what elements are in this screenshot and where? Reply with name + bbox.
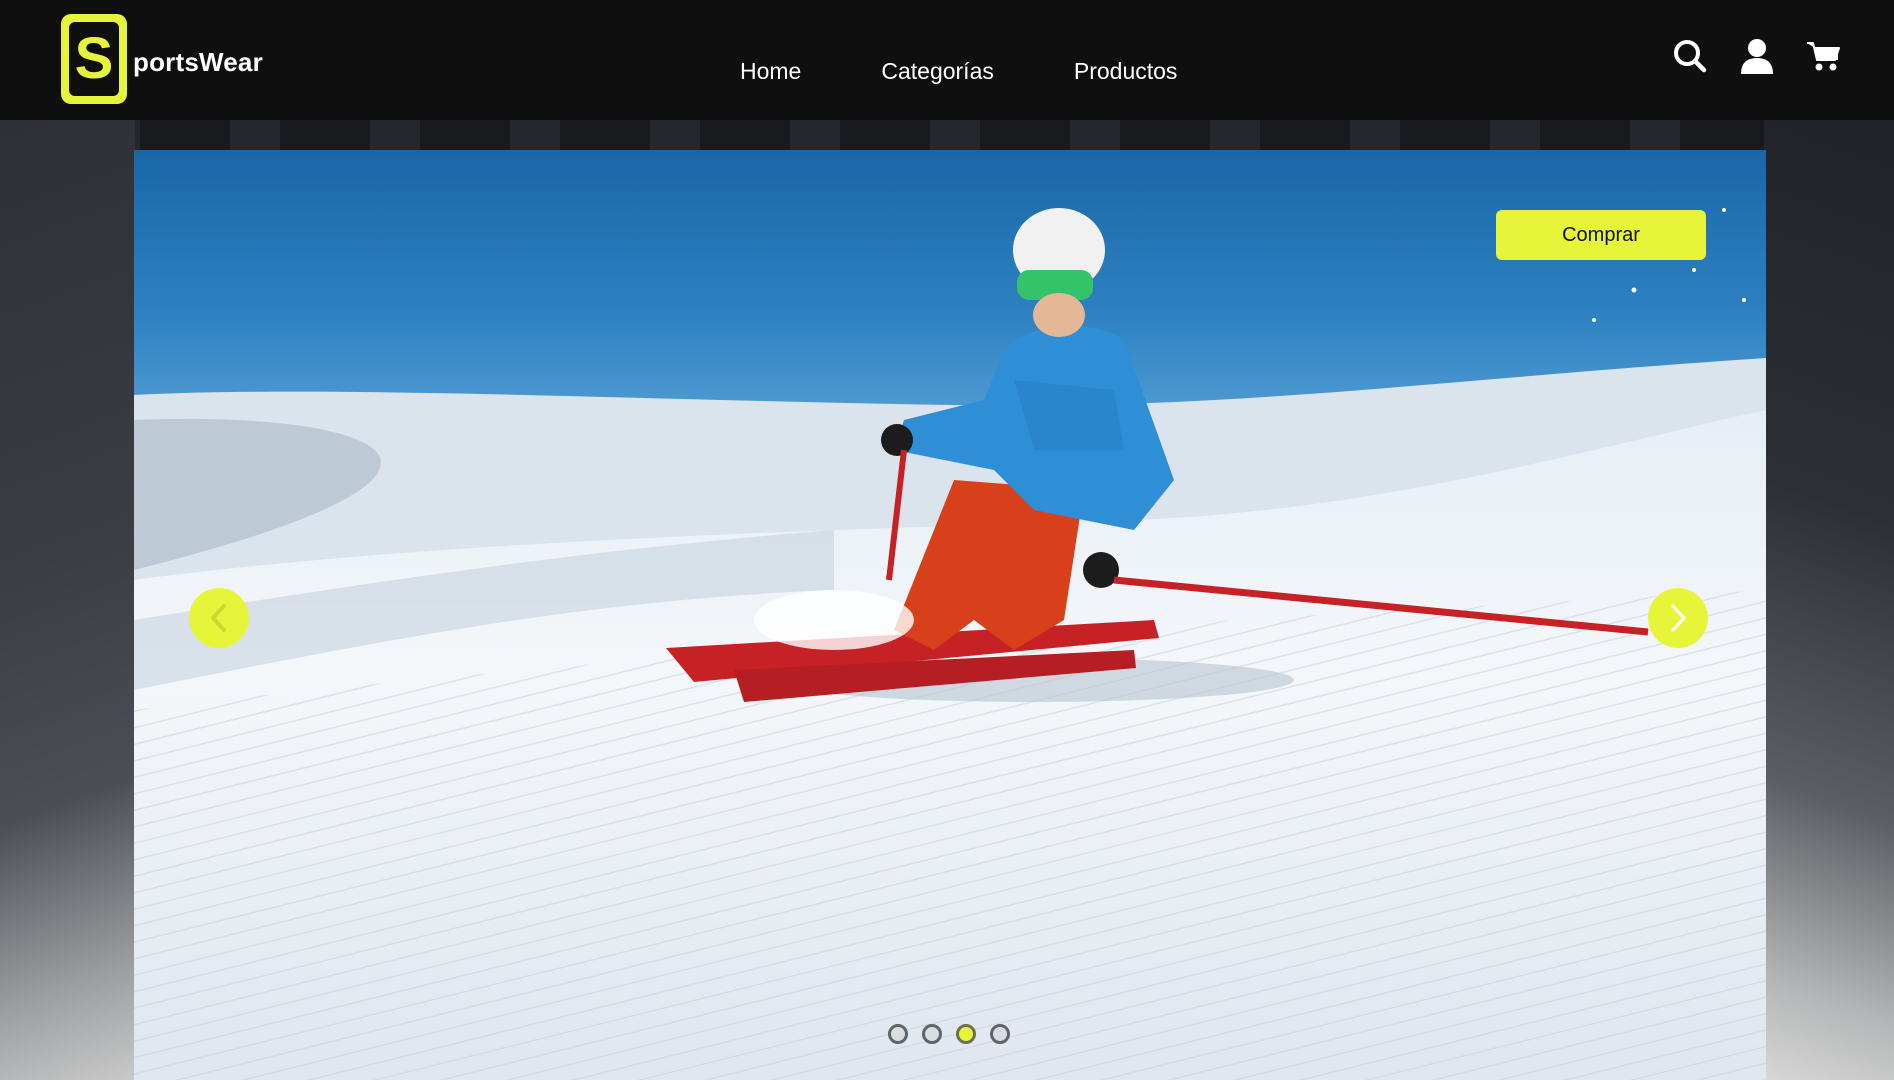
user-icon[interactable] xyxy=(1739,38,1775,74)
slider-dot-3[interactable] xyxy=(956,1024,976,1044)
logo-letter: S xyxy=(74,26,114,91)
cart-icon[interactable] xyxy=(1806,38,1842,74)
logo-mark: S xyxy=(61,14,127,104)
hero-image xyxy=(134,208,1766,1080)
buy-button[interactable]: Comprar xyxy=(1496,210,1706,260)
nav-productos[interactable]: Productos xyxy=(1074,58,1178,85)
header-icons xyxy=(1641,38,1842,74)
hero-slider: Comprar xyxy=(134,150,1766,1080)
nav-home[interactable]: Home xyxy=(740,58,801,85)
nav-categorias[interactable]: Categorías xyxy=(881,58,994,85)
background-strip xyxy=(0,118,1894,150)
chevron-right-icon xyxy=(1671,604,1686,632)
slider-dot-4[interactable] xyxy=(990,1024,1010,1044)
slider-prev-button[interactable] xyxy=(189,588,249,648)
main-nav: Home Categorías Productos xyxy=(740,58,1257,85)
brand-name: portsWear xyxy=(133,46,263,77)
site-header: S portsWear Home Categorías Productos xyxy=(0,0,1894,120)
chevron-left-icon xyxy=(211,604,226,632)
slider-next-button[interactable] xyxy=(1648,588,1708,648)
slider-dot-2[interactable] xyxy=(922,1024,942,1044)
background-panel-right xyxy=(1764,120,1894,1080)
search-icon[interactable] xyxy=(1672,38,1708,74)
slider-dots xyxy=(888,1024,1024,1044)
background-panel-left xyxy=(0,120,135,1080)
brand-logo[interactable]: S portsWear xyxy=(61,14,263,104)
slider-dot-1[interactable] xyxy=(888,1024,908,1044)
